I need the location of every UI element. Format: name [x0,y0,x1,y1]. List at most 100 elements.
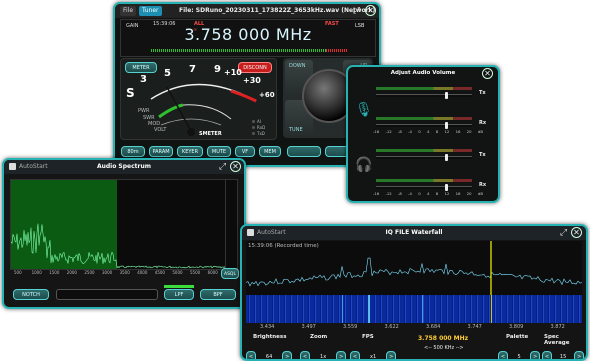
gain-bar-red [326,49,347,52]
spectrum-title: Audio Spectrum [96,163,152,170]
volume-level-bar [376,149,472,152]
volume-scale-tick: -4 [408,129,412,134]
notch-button[interactable]: NOTCH [13,289,49,300]
spectrum-x-tick: 500 [14,270,22,275]
audio-volume-title: Adjust Audio Volume [390,70,456,76]
close-icon[interactable]: ✕ [571,227,582,238]
waterfall-spectrum-area: 15:39:06 (Recorded time) [246,241,582,295]
keyer-button[interactable]: KEYER [177,146,203,157]
spec-avg-control: < 15 > [542,343,585,359]
waterfall-freq-tick: 3.622 [384,324,399,330]
spectrum-x-tick: 5500 [190,270,201,275]
mem-button[interactable]: MEM [259,146,281,157]
radio-opt-txd[interactable]: TxD [252,131,265,136]
volume-scale-tick: 20 [466,129,472,134]
volume-scale-tick: -4 [408,191,412,196]
volume-slider[interactable] [376,184,472,191]
pwr-label: PWR [138,108,150,114]
waterfall-freq-tick: 3.684 [426,324,441,330]
volume-scale-tick: 8 [435,129,439,134]
notch-field[interactable] [56,289,158,300]
spectrum-x-tick: 3500 [119,270,130,275]
volume-scale-tick: -8 [398,129,402,134]
volume-level-bar [376,179,472,182]
volume-scale-tick: dB [477,129,483,134]
radio-opt-rxd[interactable]: RxD [252,125,265,130]
close-icon[interactable]: ✕ [230,161,241,172]
volume-scale: -16 -12 -8 -4 0 4 8 12 16 20 dB [373,191,483,196]
close-icon[interactable]: ✕ [365,5,376,16]
fps-label: FPS [362,334,374,340]
span-label: <-- 500 KHz --> [424,345,464,351]
zoom-control: < 1x > [300,343,347,360]
waterfall-image [246,295,582,323]
lpf-button[interactable]: LPF [164,289,194,300]
volume-slider[interactable] [376,122,472,129]
volume-scale-tick: 8 [435,191,439,196]
spectrum-x-ticks: 500 1000 1500 2000 2500 3000 3500 4000 4500 5000 5… [10,270,224,278]
waterfall-freq-tick: 3.559 [343,324,358,330]
volume-row: Tx [376,87,491,101]
expand-icon[interactable]: ⤢ [218,163,227,172]
fps-control: < x1 > [350,343,397,360]
smeter-label: SMETER [199,131,222,137]
radio-titlebar: File Tuner File: SDRuno_20230311_173822Z… [115,4,379,18]
brightness-label: Brightness [253,334,287,340]
spectrum-x-tick: 1000 [31,270,42,275]
iq-trace [246,257,582,287]
spectrum-x-tick: 2500 [84,270,95,275]
band-80m-button[interactable]: 80m [121,146,145,157]
volume-scale-tick: 0 [418,129,421,134]
frequency-panel: GAIN 15:39:06 ALL FAST LSB ∞ 3.758 000 M… [120,19,376,57]
volume-slider-knob[interactable] [445,92,449,99]
waterfall-titlebar: AutoStart IQ FILE Waterfall ⤢ ✕ [242,226,586,240]
spectrum-x-tick: 6000 [207,270,218,275]
waterfall-signal-line-3 [422,295,423,323]
waterfall-freq-tick: 3.747 [467,324,482,330]
scale-plus60: +60 [259,91,275,99]
spectrum-x-tick: 5000 [172,270,183,275]
volume-row-label: Rx [479,120,487,126]
fps-value: x1 [370,354,377,360]
waterfall-title: IQ FILE Waterfall [385,229,443,236]
spectrum-plot [10,179,226,270]
brightness-control: < 64 > [246,343,293,360]
volume-row: Rx -16 -12 -8 -4 0 4 8 12 16 20 dB [373,117,491,134]
volume-scale-tick: 12 [444,191,450,196]
volume-level-bar [376,87,472,90]
waterfall-window: AutoStart IQ FILE Waterfall ⤢ ✕ 15:39:06… [240,224,588,361]
close-icon[interactable]: ✕ [482,68,493,79]
scale-plus30: +30 [243,76,261,85]
volume-slider-knob[interactable] [445,154,449,161]
tab-file[interactable]: File [120,6,137,16]
radio-opt-ai[interactable]: AI [252,119,261,124]
frequency-display[interactable]: 3.758 000 MHz [121,25,375,44]
brightness-value: 64 [265,354,273,360]
palette-value: 5 [517,354,521,360]
audio-spectrum-window: AutoStart Audio Spectrum ⤢ ✕ ASQL 500 100… [2,158,246,309]
waterfall-freq-tick: 3.434 [260,324,275,330]
volume-slider[interactable] [376,92,472,99]
zoom-value: 1x [320,354,327,360]
volt-label: VOLT [154,127,167,133]
mute-button[interactable]: MUTE [207,146,231,157]
volume-scale-tick: -12 [385,129,392,134]
volume-slider-knob[interactable] [445,122,449,129]
volume-slider[interactable] [376,154,472,161]
spectrum-x-tick: 3000 [102,270,113,275]
spectrum-x-tick: 4500 [154,270,165,275]
volume-slider-knob[interactable] [445,184,449,191]
vf-button[interactable]: VF [235,146,255,157]
extra-button-1[interactable] [287,146,321,157]
bpf-button[interactable]: BPF [200,289,236,300]
volume-level-bar [376,117,472,120]
iq-spectrum-graph [246,241,582,295]
volume-row: Tx [376,149,491,163]
param-button[interactable]: PARAM [149,146,173,157]
tab-tuner[interactable]: Tuner [139,6,162,16]
expand-icon[interactable]: ⤢ [352,7,361,16]
expand-icon[interactable]: ⤢ [559,229,568,238]
volume-scale-tick: -16 [373,191,380,196]
volume-row-label: Rx [479,182,487,188]
spectrum-x-tick: 1500 [49,270,60,275]
